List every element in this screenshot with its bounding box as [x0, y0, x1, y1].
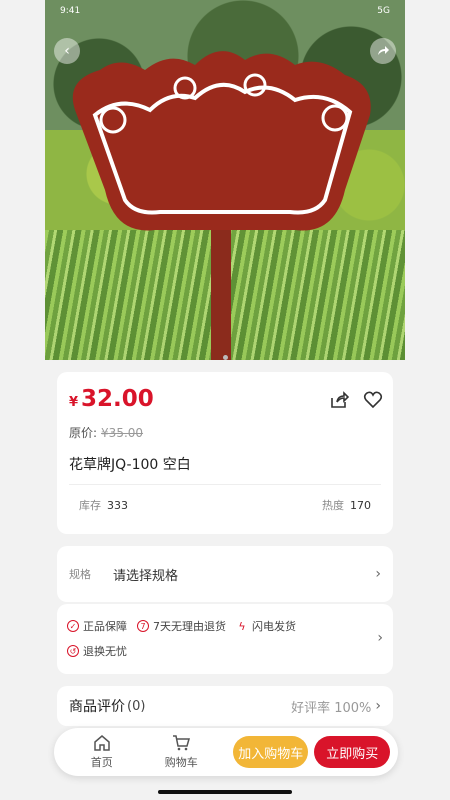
spec-value: 请选择规格 [113, 568, 179, 584]
product-image[interactable] [45, 0, 405, 360]
stock-value: 333 [107, 499, 128, 512]
popularity-label: 热度 [322, 499, 344, 512]
service-label: 退换无忧 [83, 645, 127, 658]
share-arrow-icon [378, 46, 389, 55]
currency-symbol: ¥ [69, 395, 79, 410]
add-to-cart-button[interactable]: 加入购物车 [232, 736, 309, 768]
service-row-1: ✓ 正品保障 7 7天无理由退货 ϟ 闪电发货 [67, 618, 296, 634]
shopping-cart-icon [173, 735, 191, 751]
service-label: 7天无理由退货 [153, 620, 226, 633]
shield-icon: ✓ [67, 620, 79, 632]
divider [69, 484, 381, 485]
service-item: 7 7天无理由退货 [137, 618, 226, 634]
service-row-2: ↺ 退换无忧 [67, 643, 127, 659]
price: ¥32.00 [69, 386, 154, 412]
reviews-count: (0) [127, 698, 146, 714]
status-bar: 9:41 5G [60, 6, 390, 24]
positive-rate: 好评率 100% [291, 700, 372, 716]
cart-nav-button[interactable]: 购物车 [141, 734, 220, 770]
flower-sign-graphic [72, 51, 371, 360]
service-label: 闪电发货 [252, 620, 296, 633]
reviews-section[interactable]: 商品评价 (0) 好评率 100% › [57, 686, 393, 726]
spec-label: 规格 [69, 568, 91, 581]
status-signal: 5G [377, 6, 390, 16]
home-indicator [158, 790, 292, 794]
seven-day-icon: 7 [137, 620, 149, 632]
price-actions [329, 390, 383, 410]
cart-label: 购物车 [164, 756, 198, 769]
original-price-label: 原价: [69, 426, 98, 440]
reviews-title: 商品评价 [69, 699, 125, 715]
favorite-heart-icon[interactable] [363, 390, 383, 410]
chevron-right-icon: › [377, 630, 383, 646]
service-guarantees[interactable]: ✓ 正品保障 7 7天无理由退货 ϟ 闪电发货 ↺ 退换无忧 › [57, 604, 393, 674]
stock-label: 库存 [79, 499, 101, 512]
price-card: ¥32.00 原价: ¥35.00 花草牌JQ-100 空白 库存 333 热度 17… [57, 372, 393, 534]
home-nav-button[interactable]: 首页 [62, 734, 141, 770]
carousel-dot [222, 355, 228, 360]
popularity-value: 170 [350, 499, 371, 512]
product-title: 花草牌JQ-100 空白 [69, 457, 191, 473]
bottom-action-bar: 首页 购物车 加入购物车 立即购买 [54, 728, 398, 776]
lightning-icon: ϟ [238, 619, 246, 633]
chevron-right-icon: › [375, 566, 381, 582]
service-item: ↺ 退换无忧 [67, 643, 127, 659]
stock-info: 库存 333 [79, 497, 128, 513]
back-arrow-icon: ‹ [64, 43, 70, 59]
home-icon [93, 735, 110, 751]
share-icon[interactable] [329, 390, 349, 410]
original-price-value: ¥35.00 [101, 426, 144, 440]
service-label: 正品保障 [83, 620, 127, 633]
service-item: ✓ 正品保障 [67, 618, 127, 634]
carousel-indicator [0, 345, 450, 364]
back-button[interactable]: ‹ [54, 38, 80, 64]
status-time: 9:41 [60, 6, 81, 16]
chevron-right-icon: › [375, 698, 381, 714]
popularity-info: 热度 170 [322, 497, 371, 513]
price-value: 32.00 [81, 386, 154, 412]
exchange-icon: ↺ [67, 645, 79, 657]
spec-selector[interactable]: 规格 请选择规格 › [57, 546, 393, 602]
service-item: ϟ 闪电发货 [236, 618, 296, 634]
buy-now-button[interactable]: 立即购买 [314, 736, 390, 768]
home-label: 首页 [90, 756, 113, 769]
original-price: 原价: ¥35.00 [69, 424, 143, 441]
share-button[interactable] [370, 38, 396, 64]
